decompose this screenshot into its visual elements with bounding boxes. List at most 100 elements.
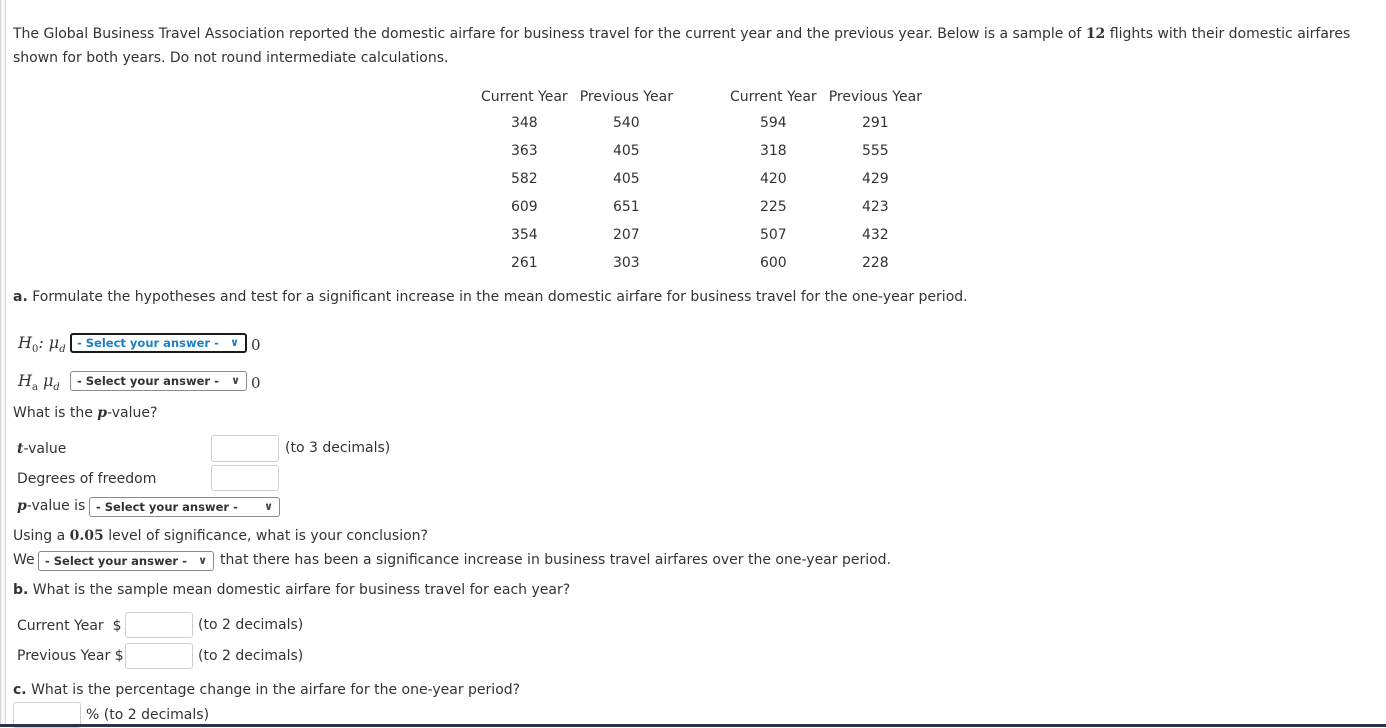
part-c-text: What is the percentage change in the air… <box>26 682 521 698</box>
table-row: 354 207 <box>475 221 679 249</box>
percentage-change-hint: % (to 2 decimals) <box>86 707 210 723</box>
previous-year-mean-hint: (to 2 decimals) <box>198 648 304 664</box>
t-label-text: -value <box>23 441 67 457</box>
table-row: 609 651 <box>475 193 679 221</box>
table-row: 420 429 <box>724 165 928 193</box>
cq-pre: Using a <box>13 528 70 544</box>
previous-year-mean-label: Previous Year $ <box>17 648 124 664</box>
df-input[interactable] <box>211 465 279 491</box>
table-row: 594 291 <box>724 109 928 137</box>
chevron-down-icon: ∨ <box>198 554 207 567</box>
table-row: 363 405 <box>475 137 679 165</box>
intro-text-1: The Global Business Travel Association r… <box>13 26 1086 42</box>
h0-value: 0 <box>251 336 261 354</box>
current-year-cell: 354 <box>510 227 538 243</box>
previous-year-cell: 291 <box>861 115 889 131</box>
previous-year-cell: 429 <box>861 171 889 187</box>
current-year-cell: 600 <box>759 255 787 271</box>
t-value-hint: (to 3 decimals) <box>285 440 391 456</box>
part-b-question: b. What is the sample mean domestic airf… <box>13 582 570 598</box>
ha-value: 0 <box>251 374 261 392</box>
part-c-label: c. <box>13 682 27 698</box>
ha-mu-sub: d <box>53 382 60 394</box>
previous-year-mean-input[interactable] <box>125 643 193 669</box>
pvalue-is-text: -value is <box>26 498 86 514</box>
col-header-previous-year: Previous Year <box>828 89 922 105</box>
airfare-table-left: Current Year Previous Year 348 540 363 405 5… <box>475 85 679 277</box>
conclusion-select[interactable]: - Select your answer - ∨ <box>38 551 214 571</box>
pvalue-range-select[interactable]: - Select your answer - ∨ <box>89 497 280 517</box>
chevron-down-icon: ∨ <box>264 500 273 513</box>
ha-h: H <box>18 371 32 390</box>
current-year-cell: 507 <box>759 227 787 243</box>
cq-post: level of significance, what is your conc… <box>103 528 428 544</box>
current-year-cell: 225 <box>759 199 787 215</box>
select-placeholder: - Select your answer - <box>77 374 219 388</box>
col-header-current-year: Current Year <box>481 89 568 105</box>
ha-label: Ha μd <box>18 371 60 393</box>
current-year-cell: 363 <box>510 143 538 159</box>
previous-year-cell: 432 <box>861 227 889 243</box>
previous-year-cell: 228 <box>861 255 889 271</box>
pq-p: p <box>97 405 108 421</box>
current-year-cell: 594 <box>759 115 787 131</box>
previous-year-cell: 423 <box>861 199 889 215</box>
previous-year-cell: 303 <box>612 255 640 271</box>
conclusion-tail: that there has been a significance incre… <box>220 552 892 568</box>
table-row: 348 540 <box>475 109 679 137</box>
table-row: 318 555 <box>724 137 928 165</box>
current-year-cell: 609 <box>510 199 538 215</box>
h0-mu: : μ <box>38 333 60 352</box>
h0-label: H0: μd <box>18 333 66 355</box>
intro-paragraph: The Global Business Travel Association r… <box>13 22 1385 70</box>
pq-post: -value? <box>107 405 158 421</box>
part-a-label: a. <box>13 289 28 305</box>
conclusion-question: Using a 0.05 level of significance, what… <box>13 528 428 544</box>
part-c-question: c. What is the percentage change in the … <box>13 682 520 698</box>
current-year-mean-hint: (to 2 decimals) <box>198 617 304 633</box>
left-border <box>0 0 6 727</box>
previous-year-cell: 540 <box>612 115 640 131</box>
pq-pre: What is the <box>13 405 98 421</box>
ha-mu: μ <box>37 371 54 390</box>
table-row: 507 432 <box>724 221 928 249</box>
chevron-down-icon: ∨ <box>231 374 240 387</box>
part-b-label: b. <box>13 582 29 598</box>
previous-year-cell: 555 <box>861 143 889 159</box>
h0-h: H <box>18 333 32 352</box>
chevron-down-icon: ∨ <box>230 336 239 349</box>
previous-year-cell: 651 <box>612 199 640 215</box>
previous-year-cell: 207 <box>612 227 640 243</box>
previous-year-cell: 405 <box>612 171 640 187</box>
select-placeholder: - Select your answer - <box>77 336 219 350</box>
col-header-previous-year: Previous Year <box>579 89 673 105</box>
ha-operator-select[interactable]: - Select your answer - ∨ <box>70 371 247 391</box>
select-placeholder: - Select your answer - <box>45 554 187 568</box>
sample-size: 12 <box>1085 26 1106 42</box>
df-label: Degrees of freedom <box>17 471 157 487</box>
pvalue-question: What is the p-value? <box>13 405 157 421</box>
t-value-input[interactable] <box>211 435 279 462</box>
table-row: 600 228 <box>724 249 928 277</box>
current-year-cell: 318 <box>759 143 787 159</box>
h0-mu-sub: d <box>59 344 66 356</box>
pvalue-is-label: p-value is <box>17 498 85 514</box>
current-year-cell: 348 <box>510 115 538 131</box>
current-year-mean-input[interactable] <box>125 612 193 638</box>
alpha-value: 0.05 <box>69 528 104 544</box>
we-label: We <box>13 552 35 568</box>
select-placeholder: - Select your answer - <box>96 500 238 514</box>
h0-operator-select[interactable]: - Select your answer - ∨ <box>70 333 247 353</box>
current-year-cell: 582 <box>510 171 538 187</box>
current-year-mean-label: Current Year $ <box>17 618 122 634</box>
part-a-question: a. Formulate the hypotheses and test for… <box>13 289 968 305</box>
table-row: 225 423 <box>724 193 928 221</box>
part-a-text: Formulate the hypotheses and test for a … <box>27 289 968 305</box>
airfare-table-right: Current Year Previous Year 594 291 318 555 4… <box>724 85 928 277</box>
t-value-label: t-value <box>17 441 66 457</box>
current-year-cell: 420 <box>759 171 787 187</box>
col-header-current-year: Current Year <box>730 89 817 105</box>
previous-year-cell: 405 <box>612 143 640 159</box>
p-letter: p <box>17 498 27 514</box>
part-b-text: What is the sample mean domestic airfare… <box>28 582 571 598</box>
